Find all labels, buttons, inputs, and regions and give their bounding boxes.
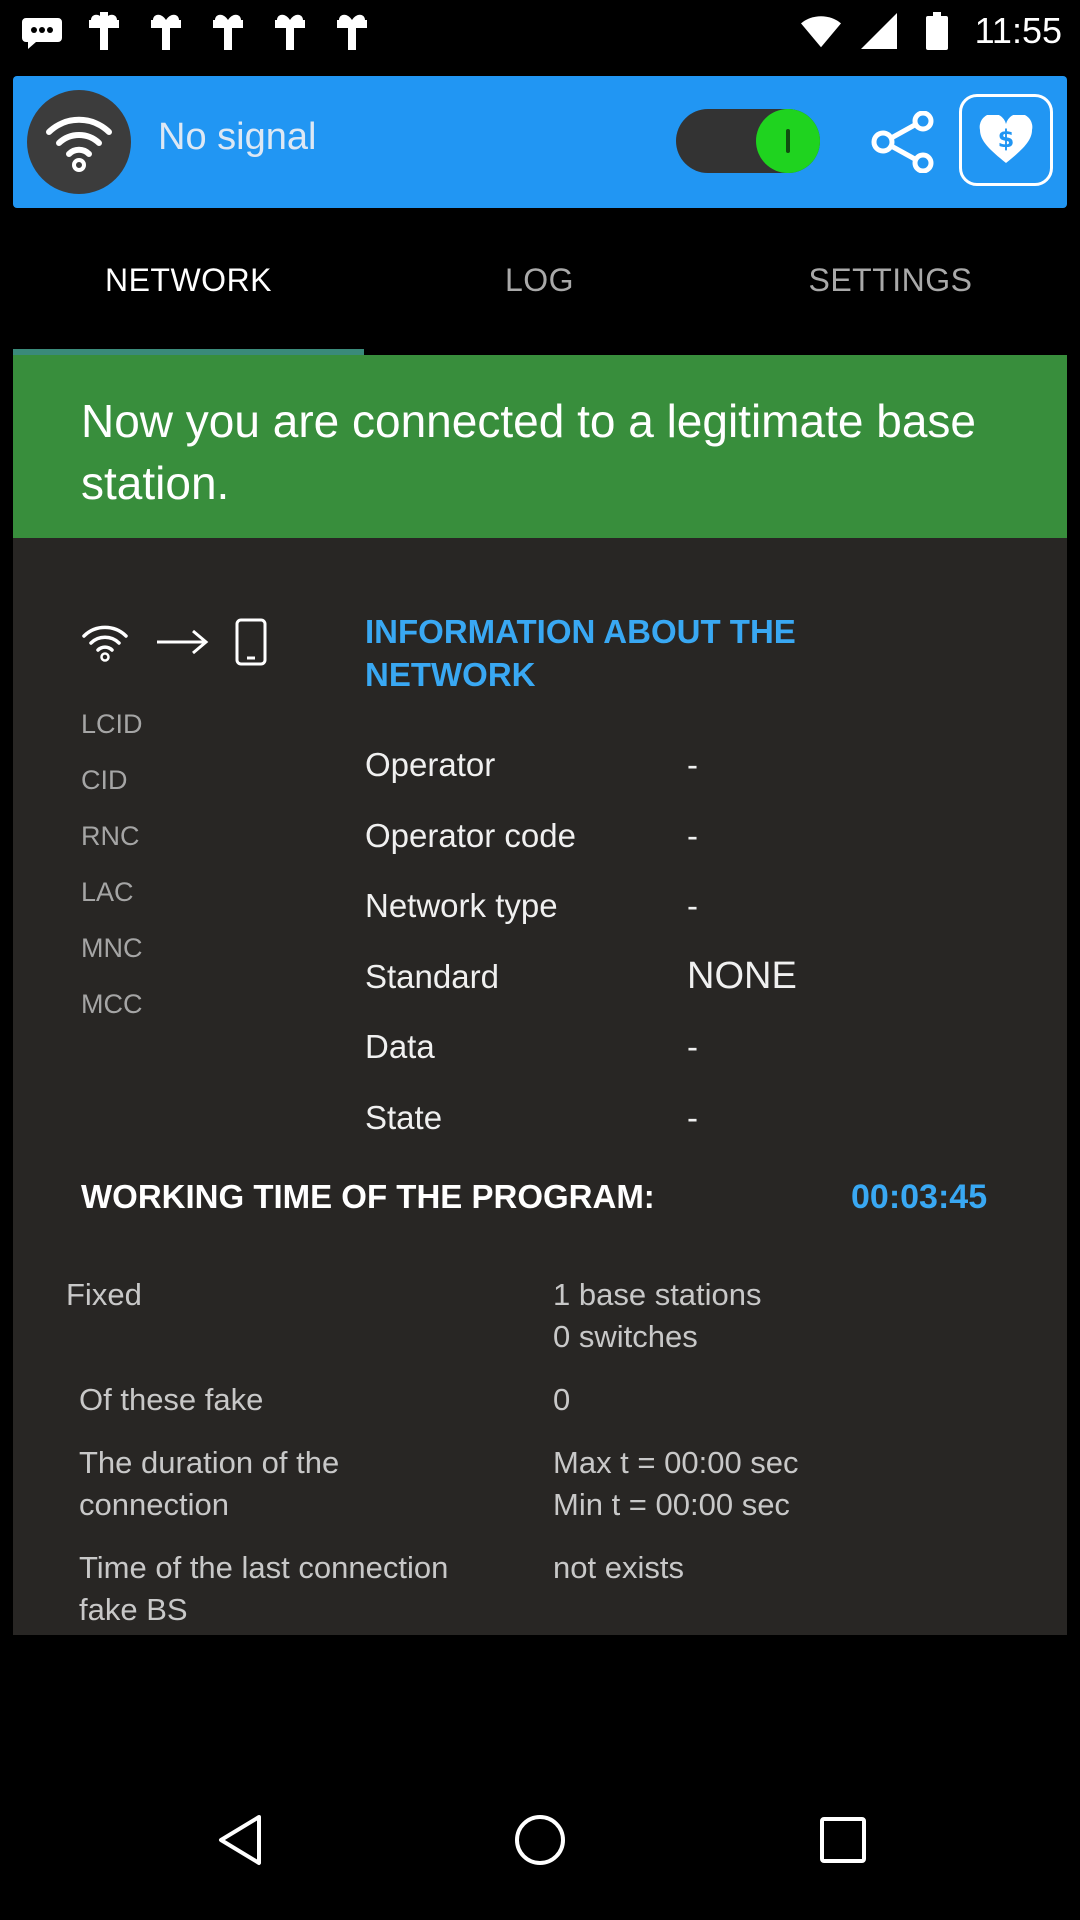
duration-label-line: The duration of the	[79, 1445, 340, 1480]
info-value: NONE	[687, 955, 797, 998]
fake-label: Of these fake	[79, 1382, 264, 1417]
status-bar: 11:55	[0, 0, 1080, 64]
tab-label: NETWORK	[104, 262, 273, 298]
tab-label: SETTINGS	[808, 262, 973, 298]
donate-button[interactable]: $	[959, 94, 1053, 186]
wifi-icon	[46, 116, 112, 172]
working-time-label: WORKING TIME OF THE PROGRAM:	[81, 1178, 655, 1215]
top-bar: No signal $	[13, 76, 1067, 208]
last-connection-label: Time of the last connection fake BS	[79, 1547, 448, 1631]
info-key: Operator code	[365, 816, 576, 854]
home-button[interactable]	[500, 1800, 580, 1880]
tab-network[interactable]: NETWORK	[13, 220, 364, 355]
tab-label: LOG	[504, 262, 575, 298]
cellular-signal-icon	[859, 11, 899, 51]
info-row-data: Data -	[365, 1012, 797, 1083]
notification-icon	[208, 12, 248, 52]
back-icon	[219, 1815, 261, 1865]
phone-icon	[235, 618, 267, 666]
duration-max: Max t = 00:00 sec	[553, 1445, 799, 1480]
wifi-icon	[800, 11, 841, 51]
tab-settings[interactable]: SETTINGS	[715, 220, 1066, 355]
info-key: Operator	[365, 746, 496, 784]
fixed-value: 1 base stations 0 switches	[553, 1274, 762, 1358]
info-key: Standard	[365, 957, 499, 995]
info-value: -	[687, 746, 698, 784]
banner-text: Now you are connected to a legitimate ba…	[81, 395, 976, 509]
last-connection-value: not exists	[553, 1550, 684, 1585]
info-value: -	[687, 887, 698, 925]
clock: 11:55	[974, 10, 1062, 51]
info-row-operator: Operator -	[365, 730, 797, 801]
tab-bar: NETWORK LOG SETTINGS	[13, 220, 1067, 355]
last-connection-label-line: Time of the last connection	[79, 1550, 449, 1585]
heart-dollar-icon: $	[979, 115, 1033, 163]
arrow-right-icon	[157, 629, 209, 655]
svg-text:$: $	[998, 125, 1015, 153]
monitoring-toggle[interactable]	[676, 109, 820, 173]
wifi-icon	[82, 625, 128, 662]
info-row-standard: Standard NONE	[365, 942, 797, 1013]
duration-min: Min t = 00:00 sec	[553, 1487, 790, 1522]
navigation-bar	[0, 1780, 1080, 1920]
tab-log[interactable]: LOG	[364, 220, 715, 355]
info-row-network-type: Network type -	[365, 871, 797, 942]
info-key: Network type	[365, 887, 558, 925]
recents-button[interactable]	[803, 1800, 883, 1880]
share-icon	[871, 111, 934, 173]
info-value: -	[687, 1098, 698, 1136]
recents-icon	[820, 1817, 866, 1863]
connection-diagram	[81, 618, 267, 666]
messages-icon	[22, 12, 62, 52]
signal-status-text: No signal	[158, 116, 317, 158]
info-key: State	[365, 1098, 443, 1136]
duration-value: Max t = 00:00 sec Min t = 00:00 sec	[553, 1442, 799, 1526]
mnc-label: MNC	[81, 933, 143, 963]
info-value: -	[687, 1028, 698, 1066]
notification-icon	[270, 12, 310, 52]
rnc-label: RNC	[81, 821, 140, 851]
fixed-base-stations: 1 base stations	[553, 1277, 762, 1312]
home-icon	[515, 1815, 565, 1865]
fixed-label: Fixed	[66, 1277, 142, 1312]
duration-label-line: connection	[79, 1487, 229, 1522]
fixed-switches: 0 switches	[553, 1319, 698, 1354]
notification-icon	[332, 12, 372, 52]
network-info-table: Operator - Operator code - Network type …	[365, 730, 797, 1153]
notification-icon	[84, 12, 124, 52]
cell-params-list: LCID CID RNC LAC MNC MCC	[81, 696, 143, 1032]
info-value: -	[687, 816, 698, 854]
wifi-status-button[interactable]	[27, 90, 131, 194]
connection-status-banner: Now you are connected to a legitimate ba…	[13, 355, 1067, 538]
lcid-label: LCID	[81, 709, 143, 739]
toggle-knob	[756, 109, 820, 173]
notification-icon	[146, 12, 186, 52]
network-info-panel: LCID CID RNC LAC MNC MCC INFORMATION ABO…	[13, 538, 1067, 1635]
mcc-label: MCC	[81, 989, 143, 1019]
back-button[interactable]	[200, 1800, 280, 1880]
share-button[interactable]	[863, 104, 943, 180]
info-row-operator-code: Operator code -	[365, 801, 797, 872]
cid-label: CID	[81, 765, 128, 795]
lac-label: LAC	[81, 877, 134, 907]
battery-icon	[917, 11, 957, 51]
info-title: INFORMATION ABOUT THE NETWORK	[365, 613, 796, 693]
fake-value: 0	[553, 1382, 571, 1417]
working-time-value: 00:03:45	[851, 1178, 988, 1216]
info-key: Data	[365, 1028, 435, 1066]
info-row-state: State -	[365, 1083, 797, 1154]
duration-label: The duration of the connection	[79, 1442, 339, 1526]
last-connection-label-line: fake BS	[79, 1592, 188, 1627]
